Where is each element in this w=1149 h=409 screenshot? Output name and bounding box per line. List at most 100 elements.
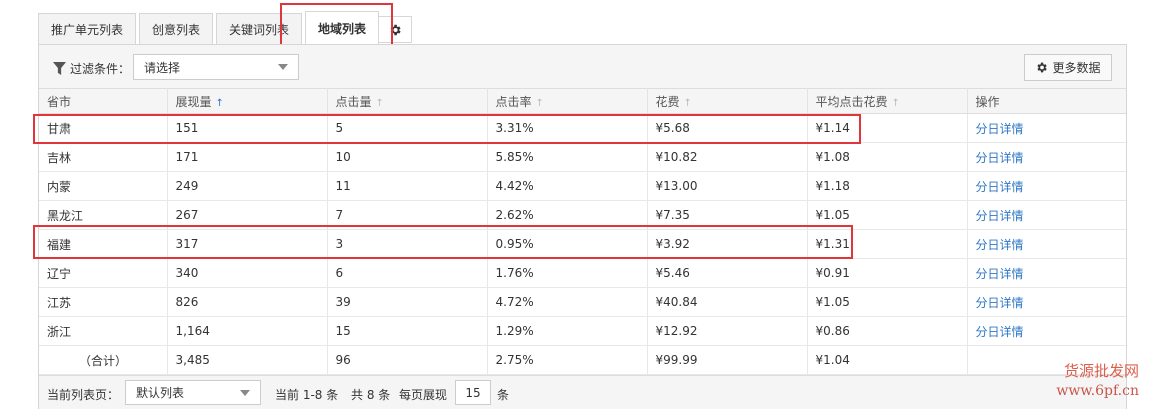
chevron-down-icon (278, 64, 288, 70)
watermark: 货源批发网 www.6pf.cn (1056, 361, 1139, 401)
cell-avg-cpc: ¥1.05 (807, 200, 968, 230)
cell-impressions: 340 (167, 258, 328, 288)
table-row: 浙江 1,164 15 1.29% ¥12.92 ¥0.86 分日详情 (39, 316, 1126, 346)
cell-avg-cpc: ¥0.91 (807, 258, 968, 288)
cell-impressions: 171 (167, 142, 328, 172)
daily-detail-link[interactable]: 分日详情 (967, 171, 1126, 201)
table-header-row: 省市 展现量 ↑ 点击量 ↑ 点击率 ↑ 花费 ↑ 平均点击花费 ↑ 操作 (39, 88, 1126, 114)
filter-label-text: 过滤条件： (70, 62, 131, 76)
more-data-button[interactable]: 更多数据 (1024, 54, 1112, 81)
cell-cost: ¥3.92 (647, 229, 808, 259)
cell-ctr: 4.72% (487, 287, 648, 317)
current-page-label: 当前列表页： (47, 388, 120, 402)
cell-clicks: 11 (327, 171, 488, 201)
cell-clicks: 7 (327, 200, 488, 230)
table-row: 甘肃 151 5 3.31% ¥5.68 ¥1.14 分日详情 (39, 113, 1126, 143)
cell-region: 黑龙江 (39, 200, 168, 230)
daily-detail-link[interactable]: 分日详情 (967, 142, 1126, 172)
watermark-url: www.6pf.cn (1056, 383, 1139, 399)
cell-clicks: 39 (327, 287, 488, 317)
per-page-unit: 条 (497, 388, 510, 402)
cell-cost: ¥13.00 (647, 171, 808, 201)
daily-detail-link[interactable]: 分日详情 (967, 258, 1126, 288)
cell-region: 甘肃 (39, 113, 168, 143)
current-range: 当前 1-8 条 (275, 388, 339, 402)
total-label: （合计） (39, 345, 168, 375)
cell-cost: ¥40.84 (647, 287, 808, 317)
more-data-label: 更多数据 (1052, 61, 1101, 75)
daily-detail-link[interactable]: 分日详情 (967, 113, 1126, 143)
total-ctr: 2.75% (487, 345, 648, 375)
sort-icon[interactable]: ↑ (536, 98, 544, 109)
cell-ctr: 2.62% (487, 200, 648, 230)
cell-cost: ¥5.68 (647, 113, 808, 143)
list-page-select[interactable]: 默认列表 (125, 380, 261, 405)
list-page-select-value: 默认列表 (136, 386, 185, 400)
cell-impressions: 1,164 (167, 316, 328, 346)
tab-regions[interactable]: 地域列表 (305, 11, 380, 45)
daily-detail-link[interactable]: 分日详情 (967, 287, 1126, 317)
cell-impressions: 267 (167, 200, 328, 230)
total-count: 共 8 条 (351, 388, 391, 402)
cell-cost: ¥5.46 (647, 258, 808, 288)
col-header-avg-cpc[interactable]: 平均点击花费 ↑ (807, 88, 968, 114)
table-row: 吉林 171 10 5.85% ¥10.82 ¥1.08 分日详情 (39, 142, 1126, 172)
filter-label: 过滤条件： (53, 60, 130, 77)
table-row: 福建 317 3 0.95% ¥3.92 ¥1.31 分日详情 (39, 229, 1126, 259)
cell-ctr: 1.76% (487, 258, 648, 288)
per-page-input[interactable]: 15 (455, 380, 491, 405)
cell-clicks: 5 (327, 113, 488, 143)
cell-clicks: 3 (327, 229, 488, 259)
sort-asc-icon[interactable]: ↑ (216, 98, 224, 109)
cell-avg-cpc: ¥1.31 (807, 229, 968, 259)
cell-region: 内蒙 (39, 171, 168, 201)
filter-bar: 过滤条件： 请选择 更多数据 (39, 45, 1126, 88)
cell-region: 福建 (39, 229, 168, 259)
sort-icon[interactable]: ↑ (376, 98, 384, 109)
sort-icon[interactable]: ↑ (684, 98, 692, 109)
daily-detail-link[interactable]: 分日详情 (967, 200, 1126, 230)
col-header-region: 省市 (39, 88, 168, 114)
col-header-impressions[interactable]: 展现量 ↑ (167, 88, 328, 114)
cell-impressions: 151 (167, 113, 328, 143)
total-cost: ¥99.99 (647, 345, 808, 375)
per-page-value: 15 (465, 385, 481, 400)
cell-region: 吉林 (39, 142, 168, 172)
total-clicks: 96 (327, 345, 488, 375)
cell-cost: ¥7.35 (647, 200, 808, 230)
tab-creatives[interactable]: 创意列表 (139, 13, 214, 45)
gear-icon (390, 24, 401, 35)
col-header-actions: 操作 (967, 88, 1126, 114)
table-total-row: （合计） 3,485 96 2.75% ¥99.99 ¥1.04 (39, 345, 1126, 375)
tab-bar: 推广单元列表 创意列表 关键词列表 地域列表 (38, 11, 382, 45)
daily-detail-link[interactable]: 分日详情 (967, 316, 1126, 346)
tab-settings-button[interactable] (378, 16, 412, 43)
cell-avg-cpc: ¥1.14 (807, 113, 968, 143)
sort-icon[interactable]: ↑ (892, 98, 900, 109)
cell-ctr: 5.85% (487, 142, 648, 172)
cell-avg-cpc: ¥1.18 (807, 171, 968, 201)
cell-impressions: 826 (167, 287, 328, 317)
filter-select-value: 请选择 (144, 60, 181, 75)
cell-clicks: 6 (327, 258, 488, 288)
col-header-ctr[interactable]: 点击率 ↑ (487, 88, 648, 114)
tab-ad-units[interactable]: 推广单元列表 (38, 13, 137, 45)
total-avg-cpc: ¥1.04 (807, 345, 968, 375)
col-header-clicks[interactable]: 点击量 ↑ (327, 88, 488, 114)
cell-avg-cpc: ¥1.05 (807, 287, 968, 317)
region-list-panel: 过滤条件： 请选择 更多数据 省市 展现量 ↑ 点击量 ↑ 点击率 ↑ 花费 ↑ 平均点… (38, 44, 1127, 409)
cell-impressions: 317 (167, 229, 328, 259)
table-row: 江苏 826 39 4.72% ¥40.84 ¥1.05 分日详情 (39, 287, 1126, 317)
cell-region: 江苏 (39, 287, 168, 317)
cell-ctr: 3.31% (487, 113, 648, 143)
filter-select[interactable]: 请选择 (133, 54, 299, 80)
per-page-label: 每页展现 (399, 388, 448, 402)
watermark-text: 货源批发网 (1063, 362, 1139, 380)
col-header-cost[interactable]: 花费 ↑ (647, 88, 808, 114)
cell-avg-cpc: ¥0.86 (807, 316, 968, 346)
cell-ctr: 1.29% (487, 316, 648, 346)
table-row: 黑龙江 267 7 2.62% ¥7.35 ¥1.05 分日详情 (39, 200, 1126, 230)
daily-detail-link[interactable]: 分日详情 (967, 229, 1126, 259)
region-table: 省市 展现量 ↑ 点击量 ↑ 点击率 ↑ 花费 ↑ 平均点击花费 ↑ 操作 甘肃 151 … (39, 88, 1126, 375)
tab-keywords[interactable]: 关键词列表 (216, 13, 303, 45)
